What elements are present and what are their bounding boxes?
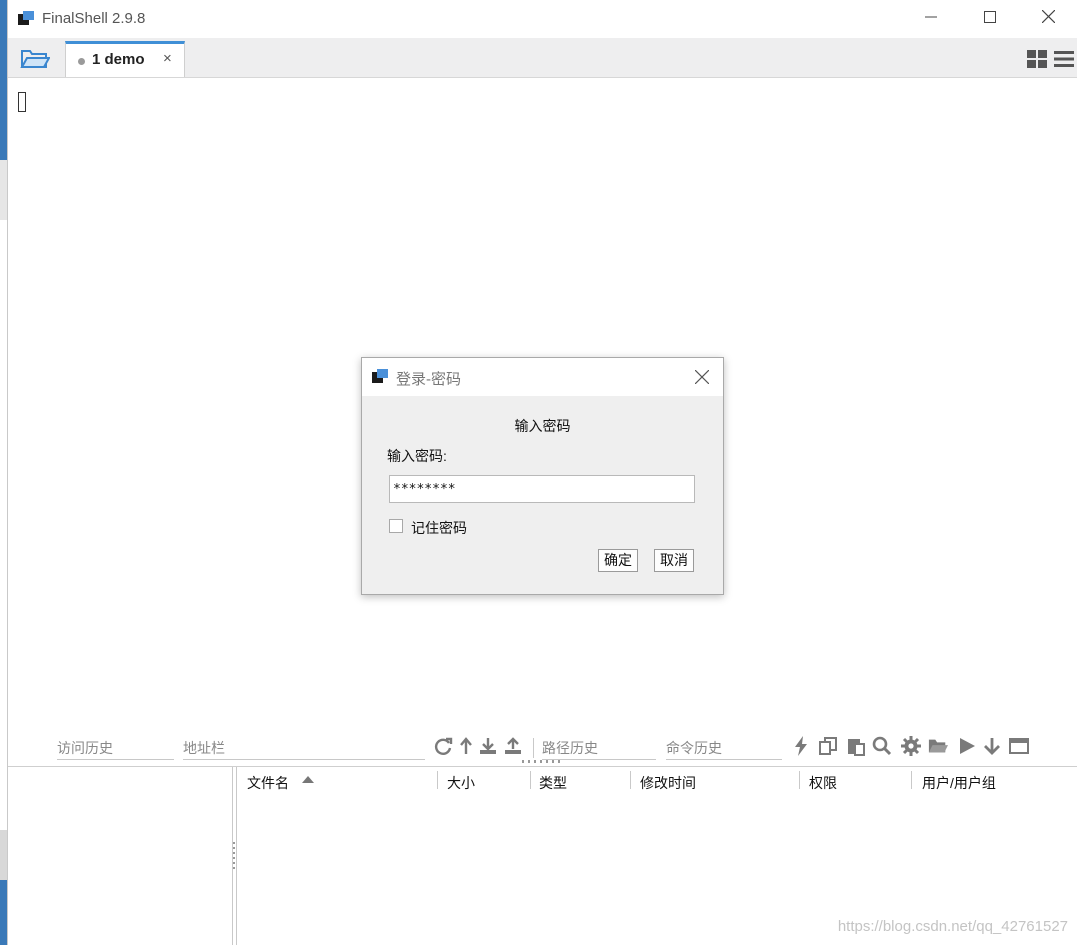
tab-demo[interactable]: 1 demo × [65, 41, 185, 77]
terminal-cursor [18, 92, 26, 112]
sort-ascending-icon [302, 776, 314, 783]
panel-resize-grip[interactable] [522, 760, 562, 763]
cancel-button[interactable]: 取消 [654, 549, 694, 572]
menu-icon[interactable] [1054, 50, 1074, 68]
folder-open-icon[interactable] [20, 47, 50, 69]
copy-icon[interactable] [818, 736, 838, 756]
confirm-button[interactable]: 确定 [598, 549, 638, 572]
command-history-field[interactable]: 命令历史 [666, 739, 782, 760]
column-separator [530, 771, 531, 789]
column-separator [437, 771, 438, 789]
gear-icon[interactable] [901, 736, 921, 756]
up-directory-icon[interactable] [456, 736, 476, 756]
watermark: https://blog.csdn.net/qq_42761527 [837, 918, 1068, 935]
address-bar[interactable]: 地址栏 [183, 739, 425, 760]
refresh-icon[interactable] [433, 736, 453, 756]
column-separator [630, 771, 631, 789]
column-user-group[interactable]: 用户/用户组 [922, 773, 996, 793]
column-separator [799, 771, 800, 789]
upload-icon[interactable] [503, 736, 523, 756]
play-icon[interactable] [957, 736, 977, 756]
close-icon [1041, 9, 1055, 24]
minimize-icon [925, 16, 937, 18]
column-filename[interactable]: 文件名 [247, 773, 289, 793]
dialog-close-icon[interactable] [695, 370, 709, 384]
directory-tree-pane[interactable] [8, 767, 233, 945]
remember-password-checkbox[interactable] [389, 519, 403, 533]
remember-password-label: 记住密码 [411, 520, 467, 536]
title-bar: FinalShell 2.9.8 [8, 0, 1077, 38]
window-icon[interactable] [1009, 736, 1029, 756]
download-icon[interactable] [478, 736, 498, 756]
desktop-background [0, 0, 7, 945]
minimize-button[interactable] [908, 4, 954, 34]
window-title: FinalShell 2.9.8 [42, 10, 146, 27]
column-type[interactable]: 类型 [539, 773, 567, 793]
column-separator [911, 771, 912, 789]
toolbar-separator [533, 738, 534, 758]
app-logo-icon [18, 11, 34, 25]
finalshell-window: FinalShell 2.9.8 1 demo × 登录-密码 输入密码 输入密… [7, 0, 1077, 945]
login-password-dialog: 登录-密码 输入密码 输入密码: 记住密码 确定 取消 [361, 357, 724, 595]
maximize-icon [984, 11, 996, 23]
dialog-heading: 输入密码 [514, 418, 571, 434]
splitter-grip[interactable] [233, 842, 235, 872]
password-label: 输入密码: [387, 448, 447, 464]
folder-icon[interactable] [928, 736, 948, 756]
search-icon[interactable] [872, 736, 892, 756]
connection-status-dot [78, 58, 85, 65]
path-history-field[interactable]: 路径历史 [542, 739, 656, 760]
password-input[interactable] [389, 475, 695, 503]
tab-label: 1 demo [92, 51, 145, 68]
grid-layout-icon[interactable] [1027, 50, 1047, 68]
tab-close-icon[interactable]: × [163, 50, 172, 67]
tab-bar: 1 demo × [8, 38, 1077, 78]
maximize-button[interactable] [967, 4, 1013, 34]
dialog-title-bar: 登录-密码 [362, 358, 723, 396]
column-permissions[interactable]: 权限 [809, 773, 837, 793]
history-field[interactable]: 访问历史 [57, 739, 174, 760]
column-modified-time[interactable]: 修改时间 [640, 773, 696, 793]
lightning-icon[interactable] [791, 736, 811, 756]
app-logo-icon [372, 369, 388, 383]
paste-icon[interactable] [846, 736, 866, 756]
dialog-title: 登录-密码 [396, 371, 461, 388]
close-window-button[interactable] [1025, 4, 1071, 34]
arrow-down-icon[interactable] [982, 736, 1002, 756]
column-size[interactable]: 大小 [447, 773, 475, 793]
